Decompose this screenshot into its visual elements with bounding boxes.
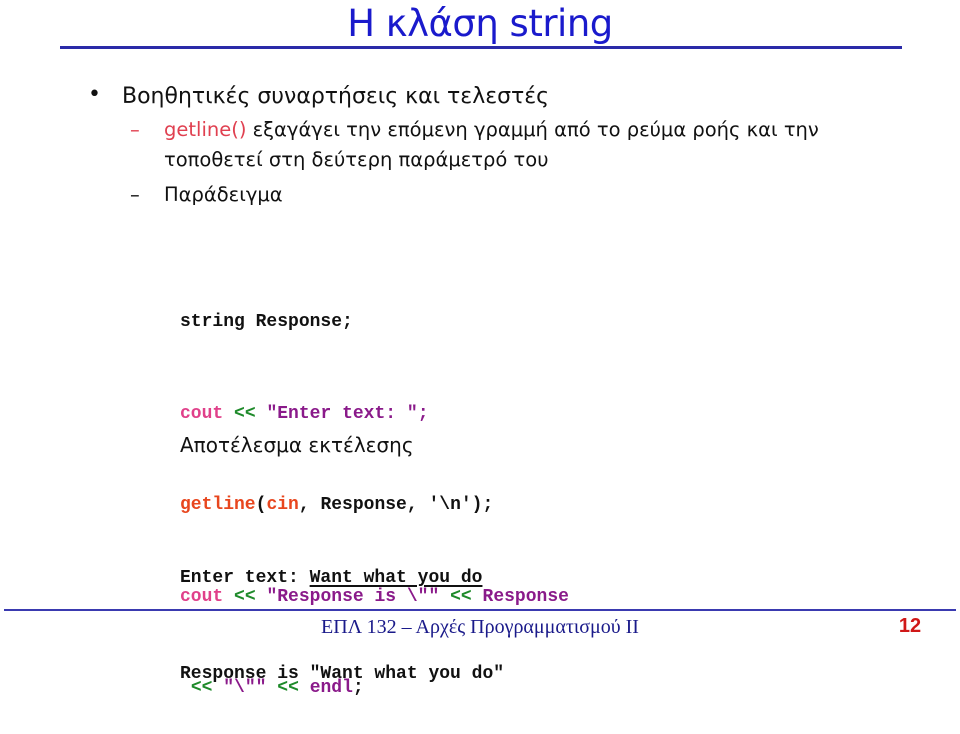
code-token: ;	[417, 403, 429, 424]
code-line: string Response;	[180, 307, 569, 338]
page-number: 12	[898, 615, 922, 637]
code-token: Response;	[244, 312, 353, 332]
getline-highlight: getline()	[164, 118, 247, 141]
dash-icon: –	[130, 183, 140, 206]
output-line: Enter text: Want what you do	[180, 562, 504, 594]
footer-course-title: ΕΠΛ 132 – Αρχές Προγραμματισμού ΙΙ	[321, 616, 639, 638]
bullet-icon: •	[88, 82, 101, 107]
bullet-text: Βοηθητικές συναρτήσεις και τελεστές	[122, 84, 550, 109]
subitem-text: getline() εξαγάγει την επόμενη γραμμή απ…	[164, 118, 819, 141]
user-input-text: Want what you do	[309, 568, 483, 588]
title-divider	[60, 46, 902, 49]
output-prompt: Enter text:	[180, 568, 310, 588]
result-heading: Αποτέλεσμα εκτέλεσης	[180, 433, 414, 457]
dash-icon: –	[130, 118, 140, 141]
code-token: string	[180, 312, 245, 332]
subitem-continuation-text: τοποθετεί στη δεύτερη παράμετρό του	[164, 148, 549, 171]
footer-divider	[4, 609, 956, 611]
code-token: <<	[234, 403, 256, 424]
code-token: cout	[180, 403, 224, 424]
slide-title: Η κλάση string	[347, 2, 613, 45]
code-line: cout << "Enter text: ";	[180, 399, 569, 430]
output-line: Response is "Want what you do"	[180, 664, 505, 684]
subitem-description: εξαγάγει την επόμενη γραμμή από το ρεύμα…	[246, 118, 819, 141]
code-token: "Enter text: "	[266, 403, 418, 424]
subitem-example-label: Παράδειγμα	[164, 183, 283, 206]
